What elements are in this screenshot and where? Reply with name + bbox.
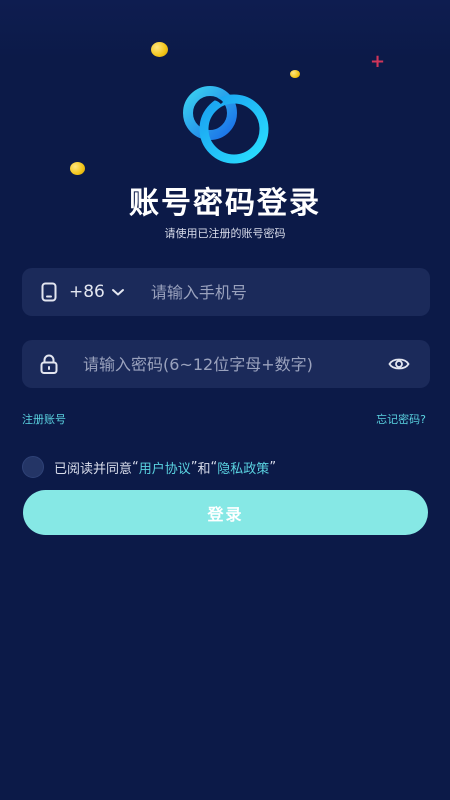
privacy-policy-link[interactable]: 隐私政策	[217, 458, 269, 477]
coin-decoration	[151, 42, 168, 57]
user-agreement-link[interactable]: 用户协议	[139, 458, 191, 477]
login-button[interactable]: 登录	[23, 490, 428, 535]
page-subtitle: 请使用已注册的账号密码	[164, 227, 286, 240]
quote-close: ”	[190, 459, 198, 475]
phone-icon	[39, 282, 59, 302]
quote-open: “	[132, 459, 139, 475]
quote-close: ”	[269, 459, 277, 475]
logo-icon	[183, 86, 269, 164]
forgot-password-link[interactable]: 忘记密码?	[376, 411, 426, 427]
agreement-row: 已阅读并同意 “ 用户协议 ” 和 “ 隐私政策 ”	[22, 456, 276, 478]
password-field[interactable]	[22, 340, 430, 388]
coin-decoration	[290, 70, 300, 78]
register-link[interactable]: 注册账号	[22, 411, 66, 427]
agreement-prefix: 已阅读并同意	[54, 461, 133, 477]
plus-decoration: +	[370, 51, 386, 72]
password-input[interactable]	[83, 354, 373, 374]
country-code-value: +86	[69, 282, 105, 302]
page-title: 账号密码登录	[129, 186, 321, 221]
eye-icon[interactable]	[388, 354, 410, 374]
chevron-down-icon	[111, 289, 124, 296]
agreement-and: 和	[197, 461, 211, 477]
quote-open: “	[210, 459, 218, 475]
phone-field[interactable]: +86	[22, 268, 430, 316]
agreement-checkbox[interactable]	[22, 456, 44, 478]
lock-icon	[39, 354, 59, 374]
phone-input[interactable]	[150, 282, 391, 302]
country-code-selector[interactable]: +86	[69, 282, 125, 302]
coin-decoration	[70, 162, 85, 175]
